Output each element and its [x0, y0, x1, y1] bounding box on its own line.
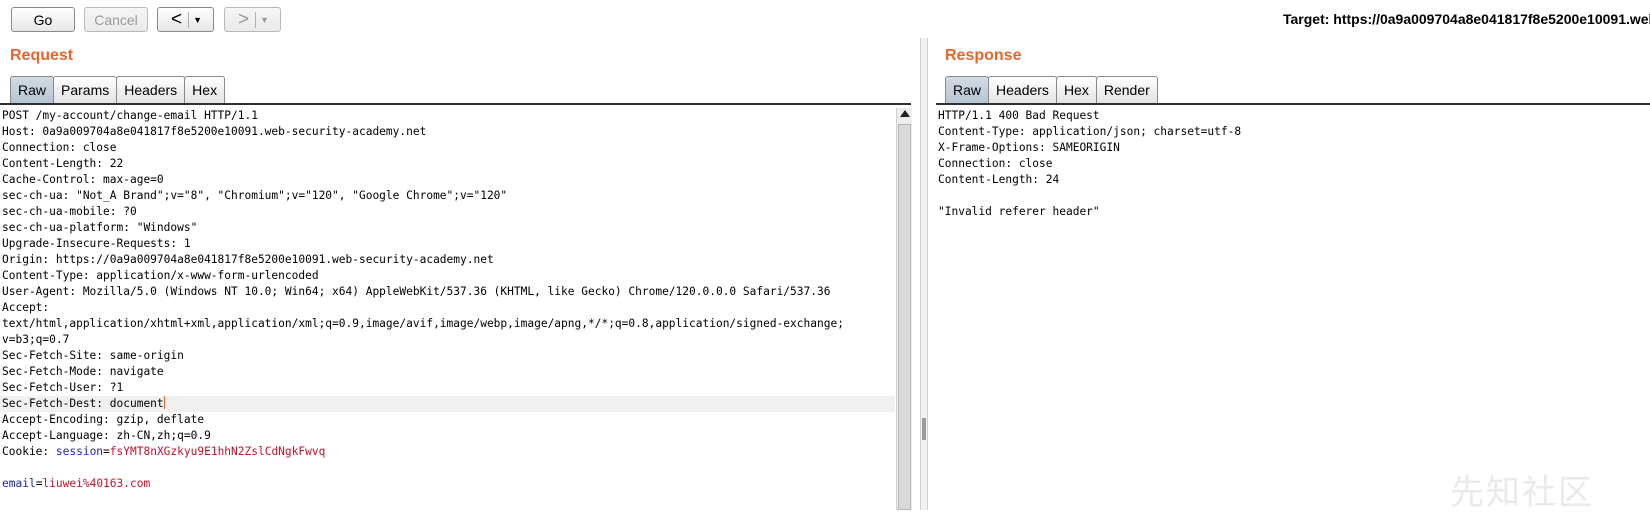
request-editor[interactable]: POST /my-account/change-email HTTP/1.1 H…: [0, 108, 895, 510]
tab-underline: [0, 103, 911, 105]
tab-raw[interactable]: Raw: [10, 76, 55, 103]
response-line: Connection: close: [938, 157, 1053, 170]
request-line: text/html,application/xhtml+xml,applicat…: [2, 317, 844, 330]
request-line: Upgrade-Insecure-Requests: 1: [2, 237, 191, 250]
request-line: Accept-Encoding: gzip, deflate: [2, 413, 205, 426]
response-editor[interactable]: HTTP/1.1 400 Bad Request Content-Type: a…: [936, 108, 1650, 510]
text-caret: [163, 396, 166, 409]
cookie-name: session: [55, 445, 104, 458]
chevron-down-icon[interactable]: ▼: [193, 15, 202, 25]
request-title: Request: [10, 47, 74, 64]
body-param-value: liuwei%40163.com: [42, 477, 151, 490]
equals-sign: =: [103, 445, 110, 458]
tab-hex[interactable]: Hex: [184, 76, 226, 103]
scroll-up-icon[interactable]: [900, 110, 910, 117]
splitter-grip[interactable]: [922, 418, 926, 440]
panel-splitter[interactable]: [920, 38, 928, 510]
request-line: v=b3;q=0.7: [2, 333, 70, 346]
cancel-button[interactable]: Cancel: [84, 7, 148, 32]
response-tabs: Raw Headers Hex Render: [945, 76, 1158, 103]
scroll-thumb[interactable]: [898, 124, 911, 510]
divider: [255, 11, 257, 28]
body-param-name: email: [2, 477, 36, 490]
request-line: Sec-Fetch-User: ?1: [2, 381, 124, 394]
request-line: Cache-Control: max-age=0: [2, 173, 164, 186]
request-line: Content-Type: application/x-www-form-url…: [2, 269, 319, 282]
target-label[interactable]: Target: https://0a9a009704a8e041817f8e52…: [1283, 11, 1650, 27]
request-line: Content-Length: 22: [2, 157, 124, 170]
toolbar: Go Cancel < ▼ > ▼ Target: https://0a9a00…: [0, 0, 1650, 40]
cookie-label: Cookie:: [2, 445, 56, 458]
chevron-down-icon[interactable]: ▼: [260, 15, 269, 25]
request-line: sec-ch-ua-mobile: ?0: [2, 205, 137, 218]
response-line: Content-Type: application/json; charset=…: [938, 125, 1242, 138]
request-tabs: Raw Params Headers Hex: [10, 76, 226, 103]
back-arrow-icon: <: [170, 9, 183, 30]
request-line: sec-ch-ua: "Not_A Brand";v="8", "Chromiu…: [2, 189, 508, 202]
request-line-current: Sec-Fetch-Dest: document: [0, 396, 895, 412]
tab-render[interactable]: Render: [1095, 76, 1158, 103]
response-line: [936, 188, 1650, 204]
cookie-line: Cookie: session=fsYMT8nXGzkyu9E1hhN2ZslC…: [0, 444, 895, 460]
response-line: "Invalid referer header": [938, 205, 1100, 218]
forward-button[interactable]: > ▼: [224, 7, 281, 32]
tab-headers[interactable]: Headers: [988, 76, 1057, 103]
request-line-text: Sec-Fetch-Dest: document: [2, 397, 164, 410]
tab-raw[interactable]: Raw: [945, 76, 990, 103]
request-line: Origin: https://0a9a009704a8e041817f8e52…: [2, 253, 494, 266]
watermark: 先知社区: [1450, 473, 1594, 513]
request-line: Host: 0a9a009704a8e041817f8e5200e10091.w…: [2, 125, 427, 138]
response-title: Response: [945, 47, 1022, 64]
tab-params[interactable]: Params: [53, 76, 118, 103]
response-line: X-Frame-Options: SAMEORIGIN: [938, 141, 1120, 154]
request-line: Sec-Fetch-Site: same-origin: [2, 349, 184, 362]
tab-headers[interactable]: Headers: [116, 76, 186, 103]
request-line: sec-ch-ua-platform: "Windows": [2, 221, 198, 234]
body-line: email=liuwei%40163.com: [0, 476, 895, 492]
request-line: Connection: close: [2, 141, 117, 154]
go-button[interactable]: Go: [11, 7, 75, 32]
request-line: POST /my-account/change-email HTTP/1.1: [2, 109, 258, 122]
divider: [188, 11, 190, 28]
request-line: Accept-Language: zh-CN,zh;q=0.9: [2, 429, 211, 442]
request-scrollbar[interactable]: [896, 108, 912, 510]
forward-arrow-icon: >: [237, 9, 250, 30]
back-button[interactable]: < ▼: [157, 7, 214, 32]
cookie-value: fsYMT8nXGzkyu9E1hhN2ZslCdNgkFwvq: [109, 445, 326, 458]
request-line: Sec-Fetch-Mode: navigate: [2, 365, 164, 378]
request-line: User-Agent: Mozilla/5.0 (Windows NT 10.0…: [2, 285, 831, 298]
tab-underline: [936, 103, 1650, 105]
tab-hex[interactable]: Hex: [1055, 76, 1097, 103]
response-line: HTTP/1.1 400 Bad Request: [938, 109, 1100, 122]
response-line: Content-Length: 24: [938, 173, 1060, 186]
request-line: Accept:: [2, 301, 50, 314]
